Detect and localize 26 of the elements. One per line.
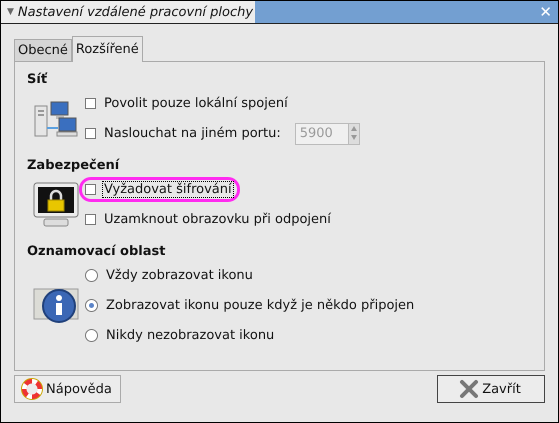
section-title: Oznamovací oblast bbox=[27, 244, 166, 259]
checkbox-option[interactable]: Uzamknout obrazovku při odpojení bbox=[79, 207, 339, 232]
section-title: Síť bbox=[27, 72, 48, 87]
checkbox-option[interactable]: Povolit pouze lokální spojení bbox=[79, 91, 296, 116]
radio-button[interactable] bbox=[85, 269, 98, 282]
checkbox-option[interactable]: Vyžadovat šifrování bbox=[79, 177, 240, 202]
radio-button[interactable] bbox=[85, 299, 98, 312]
section-title: Zabezpečení bbox=[27, 158, 121, 173]
lifebuoy-icon bbox=[21, 378, 43, 400]
help-button[interactable]: Nápověda bbox=[14, 375, 121, 403]
tab[interactable]: Obecné bbox=[14, 39, 72, 61]
checkbox[interactable] bbox=[85, 214, 96, 225]
close-icon bbox=[459, 379, 480, 399]
info-icon bbox=[33, 286, 79, 326]
computers-icon bbox=[34, 100, 78, 138]
radio-option[interactable]: Nikdy nezobrazovat ikonu bbox=[79, 323, 282, 348]
collapse-icon[interactable]: ▼ bbox=[7, 7, 14, 17]
radio-button[interactable] bbox=[85, 329, 98, 342]
close-button[interactable]: Zavřít bbox=[437, 375, 545, 403]
radio-option[interactable]: Zobrazovat ikonu pouze když je někdo připojen bbox=[79, 293, 422, 318]
radio-option[interactable]: Vždy zobrazovat ikonu bbox=[79, 263, 261, 288]
checkbox[interactable] bbox=[85, 184, 96, 195]
tab[interactable]: Rozšířené bbox=[72, 36, 143, 62]
window-title: Nastavení vzdálené pracovní plochy bbox=[18, 4, 254, 20]
locked-monitor-icon bbox=[33, 182, 79, 228]
checkbox[interactable] bbox=[85, 98, 96, 109]
